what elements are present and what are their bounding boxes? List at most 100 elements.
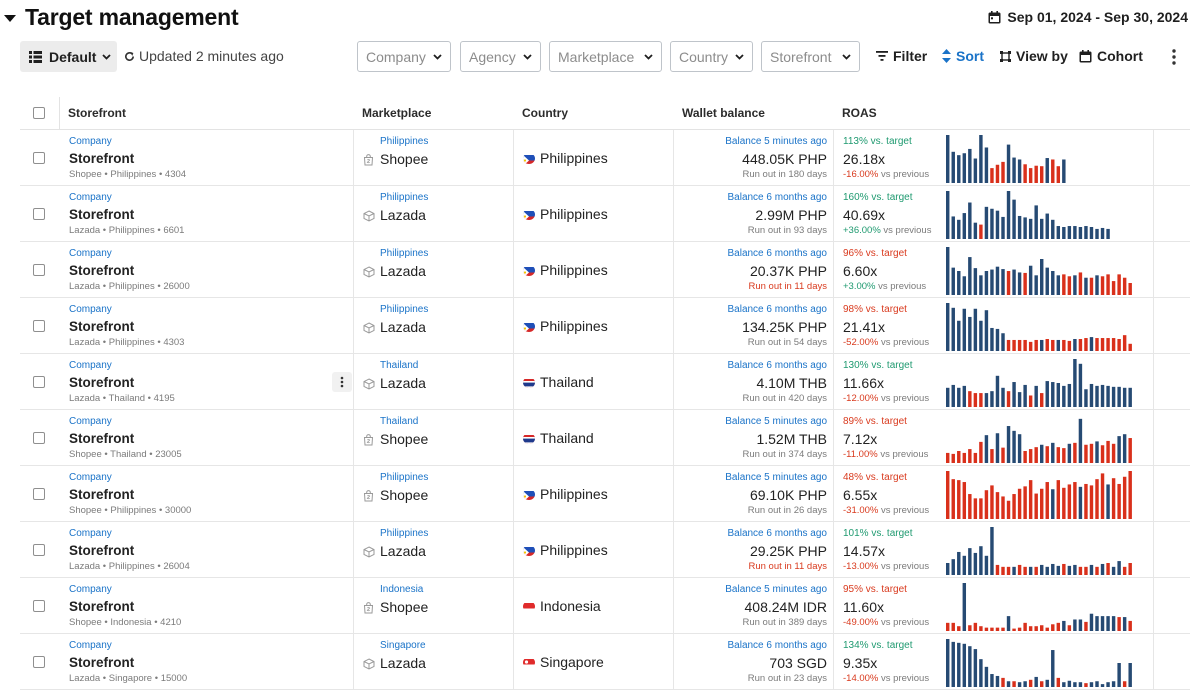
row-checkbox[interactable] [33,544,45,556]
sparkline-bar [1012,339,1016,351]
sparkline-bar [951,559,955,575]
more-options-icon[interactable] [1169,48,1179,66]
roas-delta: -14.00% [843,673,879,684]
company-link[interactable]: Company [69,528,112,539]
marketplace-filter-dropdown[interactable]: Marketplace [549,41,662,72]
sparkline-bar [1051,219,1055,239]
country-filter-dropdown[interactable]: Country [670,41,753,72]
company-link[interactable]: Company [69,584,112,595]
sort-button[interactable]: Sort [942,48,984,64]
company-link[interactable]: Company [69,360,112,371]
column-header-roas[interactable]: ROAS [842,106,877,120]
column-header-wallet-balance[interactable]: Wallet balance [682,106,765,120]
table-row[interactable]: Company Storefront Lazada • Philippines … [20,522,1190,578]
column-header-marketplace[interactable]: Marketplace [362,106,431,120]
sparkline-bar [1106,616,1110,631]
row-checkbox[interactable] [33,376,45,388]
agency-filter-dropdown[interactable]: Agency [460,41,541,72]
sparkline-bar [962,452,967,463]
sparkline-bar [951,641,955,687]
sparkline-bar [1089,564,1094,575]
sparkline-bar [1056,275,1061,295]
sparkline-bar [1023,384,1027,407]
table-row[interactable]: Company Storefront Lazada • Philippines … [20,298,1190,354]
view-by-button[interactable]: View by [1000,48,1068,64]
storefront-name[interactable]: Storefront [69,263,134,278]
storefront-name[interactable]: Storefront [69,375,134,390]
storefront-filter-dropdown[interactable]: Storefront [761,41,860,72]
country-name: Thailand [540,430,594,446]
company-link[interactable]: Company [69,248,112,259]
row-checkbox[interactable] [33,320,45,332]
sparkline-bar [968,391,972,407]
storefront-name[interactable]: Storefront [69,599,134,614]
sparkline-bar [946,387,950,407]
cohort-button[interactable]: Cohort [1079,48,1143,64]
roas-delta: +36.00% [843,225,881,236]
table-row[interactable]: Company Storefront Shopee • Philippines … [20,466,1190,522]
table-row[interactable]: Company Storefront Lazada • Thailand • 4… [20,354,1190,410]
sparkline-bar [957,387,961,407]
company-link[interactable]: Company [69,472,112,483]
table-row[interactable]: Company Storefront Shopee • Indonesia • … [20,578,1190,634]
sparkline-bar [995,164,1000,183]
row-more-options-button[interactable] [332,372,352,392]
calendar-icon [1079,49,1092,62]
cell-divider [1153,578,1154,634]
table-row[interactable]: Company Storefront Lazada • Philippines … [20,186,1190,242]
sparkline-bar [1017,564,1022,575]
thailand-flag-icon [523,377,535,388]
storefront-name[interactable]: Storefront [69,319,134,334]
table-row[interactable]: Company Storefront Shopee • Philippines … [20,130,1190,186]
date-range-picker[interactable]: Sep 01, 2024 - Sep 30, 2024 [988,9,1188,25]
column-header-country[interactable]: Country [522,106,568,120]
row-checkbox[interactable] [33,432,45,444]
filter-button[interactable]: Filter [876,48,927,64]
sparkline-bar [1028,449,1033,463]
table-row[interactable]: Company Storefront Shopee • Thailand • 2… [20,410,1190,466]
select-all-checkbox[interactable] [33,107,45,119]
lazada-box-icon [363,545,375,563]
sparkline-bar [1040,564,1044,575]
company-link[interactable]: Company [69,192,112,203]
table-row[interactable]: Company Storefront Lazada • Philippines … [20,242,1190,298]
sparkline-bar [1111,478,1116,519]
row-checkbox[interactable] [33,600,45,612]
company-link[interactable]: Company [69,136,112,147]
row-checkbox[interactable] [33,208,45,220]
cell-divider [673,354,674,410]
row-checkbox[interactable] [33,488,45,500]
roas-value: 6.60x [843,263,878,279]
storefront-meta: Lazada • Singapore • 15000 [69,673,188,684]
refresh-status[interactable]: Updated 2 minutes ago [124,48,284,64]
collapse-caret-icon[interactable] [4,14,16,22]
sparkline-bar [1100,384,1105,407]
storefront-name[interactable]: Storefront [69,655,134,670]
company-link[interactable]: Company [69,304,112,315]
roas-delta: -12.00% [843,393,879,404]
row-checkbox[interactable] [33,264,45,276]
storefront-name[interactable]: Storefront [69,207,134,222]
row-checkbox[interactable] [33,656,45,668]
sparkline-bar [973,649,978,687]
company-link[interactable]: Company [69,640,112,651]
column-header-storefront[interactable]: Storefront [68,106,126,120]
storefront-name[interactable]: Storefront [69,431,134,446]
storefront-name[interactable]: Storefront [69,151,134,166]
sparkline-bar [973,452,978,463]
table-row[interactable]: Company Storefront Lazada • Singapore • … [20,634,1190,690]
cell-divider [833,466,834,522]
sparkline-bar [951,216,955,239]
sparkline-bar [1006,566,1011,575]
sparkline-bar [946,471,950,519]
sparkline-bar [957,155,961,183]
row-checkbox[interactable] [33,152,45,164]
sparkline-bar [946,135,950,183]
storefront-name[interactable]: Storefront [69,487,134,502]
run-out-text: Run out in 420 days [742,393,827,404]
company-link[interactable]: Company [69,416,112,427]
company-filter-dropdown[interactable]: Company [357,41,451,72]
sparkline-bar [962,643,967,687]
view-select-button[interactable]: Default [20,41,117,72]
storefront-name[interactable]: Storefront [69,543,134,558]
